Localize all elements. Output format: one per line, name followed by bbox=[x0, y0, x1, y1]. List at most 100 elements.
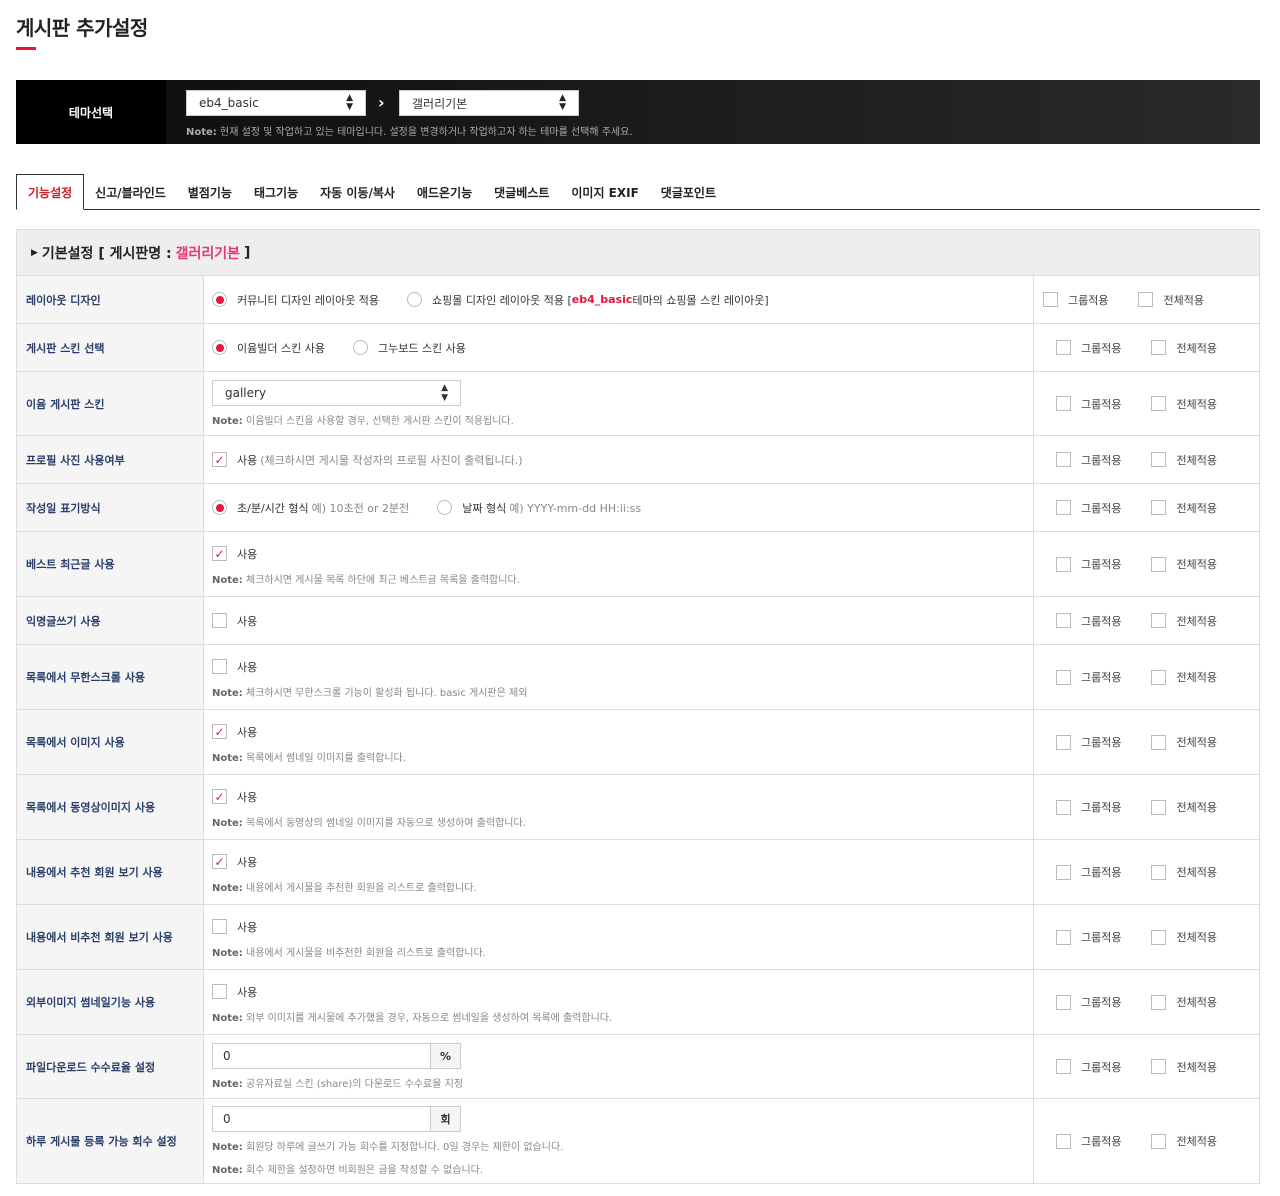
settings-panel: ▶ 기본설정 [ 게시판명 : 갤러리기본 ] 레이아웃 디자인 커뮤니티 디자… bbox=[16, 229, 1260, 1184]
layout-community-option[interactable]: 커뮤니티 디자인 레이아웃 적용 bbox=[212, 292, 379, 308]
tab-addon[interactable]: 애드온기능 bbox=[406, 174, 483, 210]
row-skin-select: 게시판 스킨 선택 이윰빌더 스킨 사용 그누보드 스킨 사용 그룹적용 전체적… bbox=[17, 324, 1259, 372]
radio-button[interactable] bbox=[212, 340, 227, 355]
title-underline bbox=[16, 47, 36, 50]
layout-shop-option[interactable]: 쇼핑몰 디자인 레이아웃 적용 [eb4_basic 테마의 쇼핑몰 스킨 레이… bbox=[407, 292, 769, 308]
group-apply-checkbox[interactable]: 그룹적용 bbox=[1043, 292, 1108, 308]
use-checkbox[interactable] bbox=[212, 984, 227, 999]
note-text: Note: 회원당 하루에 글쓰기 가능 회수를 지정합니다. 0일 경우는 제… bbox=[212, 1142, 564, 1153]
theme-select-bar: 테마선택 eb4_basic ▲ ▼ › 갤러리기본 ▲ ▼ Note: 현재 설정… bbox=[16, 80, 1260, 144]
all-apply-checkbox[interactable]: 전체적용 bbox=[1151, 452, 1217, 468]
theme-select-value: eb4_basic bbox=[199, 96, 259, 110]
tab-bar: 기능설정 신고/블라인드 별점기능 태그기능 자동 이동/복사 애드온기능 댓글… bbox=[16, 174, 1260, 210]
group-apply-checkbox[interactable]: 그룹적용 bbox=[1056, 1059, 1121, 1075]
note-text: Note: 공유자료실 스킨 (share)의 다운로드 수수료율 지정 bbox=[212, 1079, 464, 1090]
chevron-right-icon: › bbox=[378, 93, 385, 112]
group-apply-checkbox[interactable]: 그룹적용 bbox=[1056, 864, 1121, 880]
tab-features[interactable]: 기능설정 bbox=[16, 174, 85, 210]
all-apply-checkbox[interactable]: 전체적용 bbox=[1151, 929, 1217, 945]
tab-tag[interactable]: 태그기능 bbox=[243, 174, 309, 210]
all-apply-checkbox[interactable]: 전체적용 bbox=[1151, 1133, 1217, 1149]
all-apply-checkbox[interactable]: 전체적용 bbox=[1151, 669, 1217, 685]
note-text: Note: 내용에서 게시물을 추천한 회원을 리스트로 출력합니다. bbox=[212, 882, 477, 894]
use-checkbox[interactable] bbox=[212, 659, 227, 674]
daily-limit-input[interactable]: 0 회 bbox=[212, 1106, 461, 1132]
use-checkbox[interactable]: ✓ bbox=[212, 724, 227, 739]
use-checkbox[interactable]: ✓ bbox=[212, 789, 227, 804]
all-apply-checkbox[interactable]: 전체적용 bbox=[1151, 1059, 1217, 1075]
group-apply-checkbox[interactable]: 그룹적용 bbox=[1056, 1133, 1121, 1149]
skin-select[interactable]: gallery ▲ ▼ bbox=[212, 380, 461, 406]
select-caret-icon: ▲ ▼ bbox=[559, 93, 566, 112]
note-text: Note: 회수 제한을 설정하면 비회원은 글을 작성할 수 없습니다. bbox=[212, 1165, 484, 1176]
all-apply-checkbox[interactable]: 전체적용 bbox=[1151, 864, 1217, 880]
select-caret-icon: ▲ ▼ bbox=[346, 93, 353, 112]
group-apply-checkbox[interactable]: 그룹적용 bbox=[1056, 452, 1121, 468]
radio-button[interactable] bbox=[437, 500, 453, 515]
all-apply-checkbox[interactable]: 전체적용 bbox=[1151, 734, 1217, 750]
note-text: Note: 목록에서 썸네일 이미지를 출력합니다. bbox=[212, 752, 406, 764]
group-apply-checkbox[interactable]: 그룹적용 bbox=[1056, 613, 1121, 629]
tab-auto-move-copy[interactable]: 자동 이동/복사 bbox=[309, 174, 406, 210]
date-absolute-option[interactable]: 날짜 형식 예) YYYY-mm-dd HH:ii:ss bbox=[437, 500, 641, 516]
use-checkbox[interactable]: ✓ bbox=[212, 546, 227, 561]
tab-comment-best[interactable]: 댓글베스트 bbox=[483, 174, 560, 210]
row-list-video: 목록에서 동영상이미지 사용 ✓ 사용 Note: 목록에서 동영상의 썸네일 이… bbox=[17, 775, 1259, 840]
row-best-recent: 베스트 최근글 사용 ✓ 사용 Note: 체크하시면 게시물 목록 하단에 최근… bbox=[17, 532, 1259, 597]
board-name: 갤러리기본 bbox=[175, 245, 240, 262]
row-list-image: 목록에서 이미지 사용 ✓ 사용 Note: 목록에서 썸네일 이미지를 출력합니… bbox=[17, 710, 1259, 775]
group-apply-checkbox[interactable]: 그룹적용 bbox=[1056, 994, 1121, 1010]
use-checkbox[interactable]: ✓ bbox=[212, 854, 227, 869]
triangle-right-icon: ▶ bbox=[31, 247, 38, 258]
group-apply-checkbox[interactable]: 그룹적용 bbox=[1056, 500, 1121, 516]
row-date-format: 작성일 표기방식 초/분/시간 형식 예) 10초전 or 2분전 날짜 형식 예)… bbox=[17, 484, 1259, 532]
theme-label: 테마선택 bbox=[16, 80, 166, 144]
group-apply-checkbox[interactable]: 그룹적용 bbox=[1056, 556, 1121, 572]
radio-button[interactable] bbox=[407, 292, 423, 307]
row-recommend-view: 내용에서 추천 회원 보기 사용 ✓ 사용 Note: 내용에서 게시물을 추천한… bbox=[17, 840, 1259, 905]
eyoom-skin-option[interactable]: 이윰빌더 스킨 사용 bbox=[212, 340, 325, 356]
note-text: Note: 체크하시면 무한스크롤 기능이 활성화 됩니다. basic 게시판… bbox=[212, 687, 528, 699]
group-apply-checkbox[interactable]: 그룹적용 bbox=[1056, 340, 1121, 356]
select-caret-icon: ▲ ▼ bbox=[441, 383, 448, 403]
row-infinite-scroll: 목록에서 무한스크롤 사용 사용 Note: 체크하시면 무한스크롤 기능이 활… bbox=[17, 645, 1259, 710]
use-checkbox[interactable] bbox=[212, 919, 227, 934]
fee-input[interactable]: 0 % bbox=[212, 1043, 461, 1069]
panel-header: ▶ 기본설정 [ 게시판명 : 갤러리기본 ] bbox=[17, 230, 1259, 276]
row-external-thumbnail: 외부이미지 썸네일기능 사용 사용 Note: 외부 이미지를 게시물에 추가했… bbox=[17, 970, 1259, 1035]
all-apply-checkbox[interactable]: 전체적용 bbox=[1151, 799, 1217, 815]
all-apply-checkbox[interactable]: 전체적용 bbox=[1151, 994, 1217, 1010]
board-select[interactable]: 갤러리기본 ▲ ▼ bbox=[399, 90, 579, 116]
all-apply-checkbox[interactable]: 전체적용 bbox=[1151, 500, 1217, 516]
radio-button[interactable] bbox=[212, 292, 227, 307]
tab-image-exif[interactable]: 이미지 EXIF bbox=[560, 174, 649, 210]
use-checkbox[interactable] bbox=[212, 613, 227, 628]
all-apply-checkbox[interactable]: 전체적용 bbox=[1138, 292, 1204, 308]
all-apply-checkbox[interactable]: 전체적용 bbox=[1151, 556, 1217, 572]
note-text: Note: 목록에서 동영상의 썸네일 이미지를 자동으로 생성하여 출력합니다… bbox=[212, 817, 526, 829]
row-download-fee: 파일다운로드 수수료율 설정 0 % Note: 공유자료실 스킨 (share… bbox=[17, 1035, 1259, 1099]
use-checkbox[interactable]: ✓ bbox=[212, 452, 227, 467]
radio-button[interactable] bbox=[352, 340, 368, 355]
tab-rating[interactable]: 별점기능 bbox=[177, 174, 243, 210]
page-title: 게시판 추가설정 bbox=[16, 16, 148, 40]
group-apply-checkbox[interactable]: 그룹적용 bbox=[1056, 396, 1121, 412]
all-apply-checkbox[interactable]: 전체적용 bbox=[1151, 613, 1217, 629]
radio-button[interactable] bbox=[212, 500, 227, 515]
all-apply-checkbox[interactable]: 전체적용 bbox=[1151, 340, 1217, 356]
row-nonrecommend-view: 내용에서 비추천 회원 보기 사용 사용 Note: 내용에서 게시물을 비추천… bbox=[17, 905, 1259, 970]
group-apply-checkbox[interactable]: 그룹적용 bbox=[1056, 734, 1121, 750]
note-text: Note: 체크하시면 게시물 목록 하단에 최근 베스트글 목록을 출력합니다… bbox=[212, 574, 520, 586]
gnuboard-skin-option[interactable]: 그누보드 스킨 사용 bbox=[352, 340, 466, 356]
board-select-value: 갤러리기본 bbox=[412, 96, 468, 111]
tab-comment-point[interactable]: 댓글포인트 bbox=[650, 174, 727, 210]
row-anonymous: 익명글쓰기 사용 사용 그룹적용 전체적용 bbox=[17, 597, 1259, 645]
all-apply-checkbox[interactable]: 전체적용 bbox=[1151, 396, 1217, 412]
group-apply-checkbox[interactable]: 그룹적용 bbox=[1056, 929, 1121, 945]
row-daily-limit: 하루 게시물 등록 가능 회수 설정 0 회 Note: 회원당 하루에 글쓰기… bbox=[17, 1099, 1259, 1183]
date-relative-option[interactable]: 초/분/시간 형식 예) 10초전 or 2분전 bbox=[212, 500, 409, 516]
theme-select[interactable]: eb4_basic ▲ ▼ bbox=[186, 90, 366, 116]
tab-report-blind[interactable]: 신고/블라인드 bbox=[84, 174, 177, 210]
group-apply-checkbox[interactable]: 그룹적용 bbox=[1056, 799, 1121, 815]
group-apply-checkbox[interactable]: 그룹적용 bbox=[1056, 669, 1121, 685]
